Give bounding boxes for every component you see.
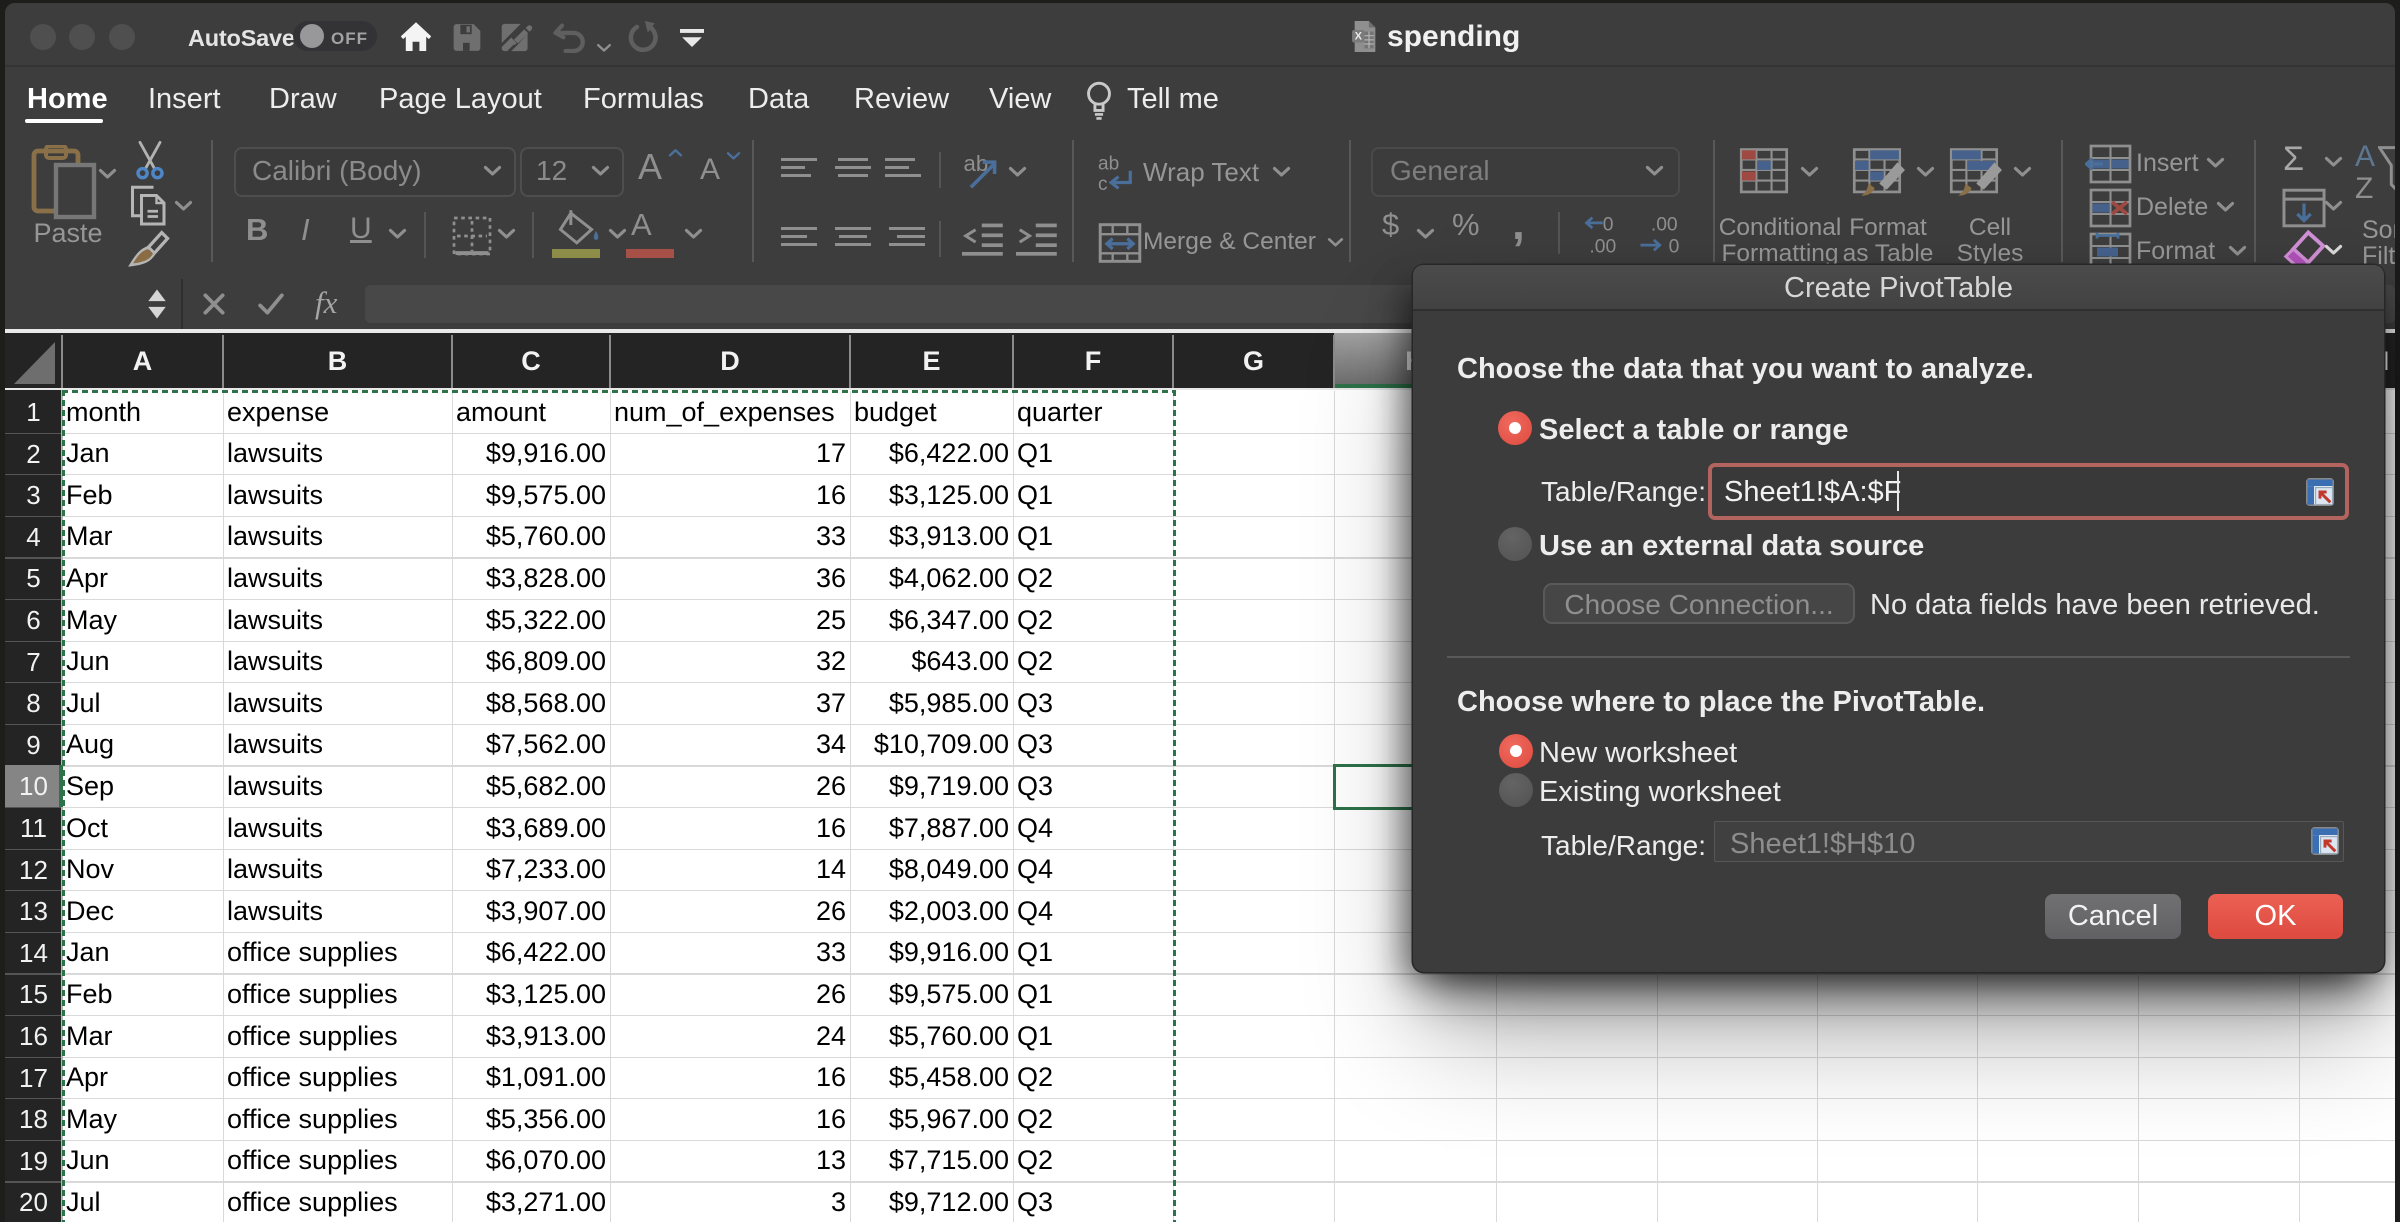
svg-text:.00: .00 <box>1651 214 1678 235</box>
svg-text:c: c <box>1098 174 1108 193</box>
svg-text:0: 0 <box>1669 237 1680 256</box>
svg-text:.00: .00 <box>1589 237 1616 256</box>
svg-text:ab: ab <box>1098 153 1119 174</box>
svg-text:0: 0 <box>1603 214 1614 235</box>
svg-text:X: X <box>1355 31 1363 43</box>
